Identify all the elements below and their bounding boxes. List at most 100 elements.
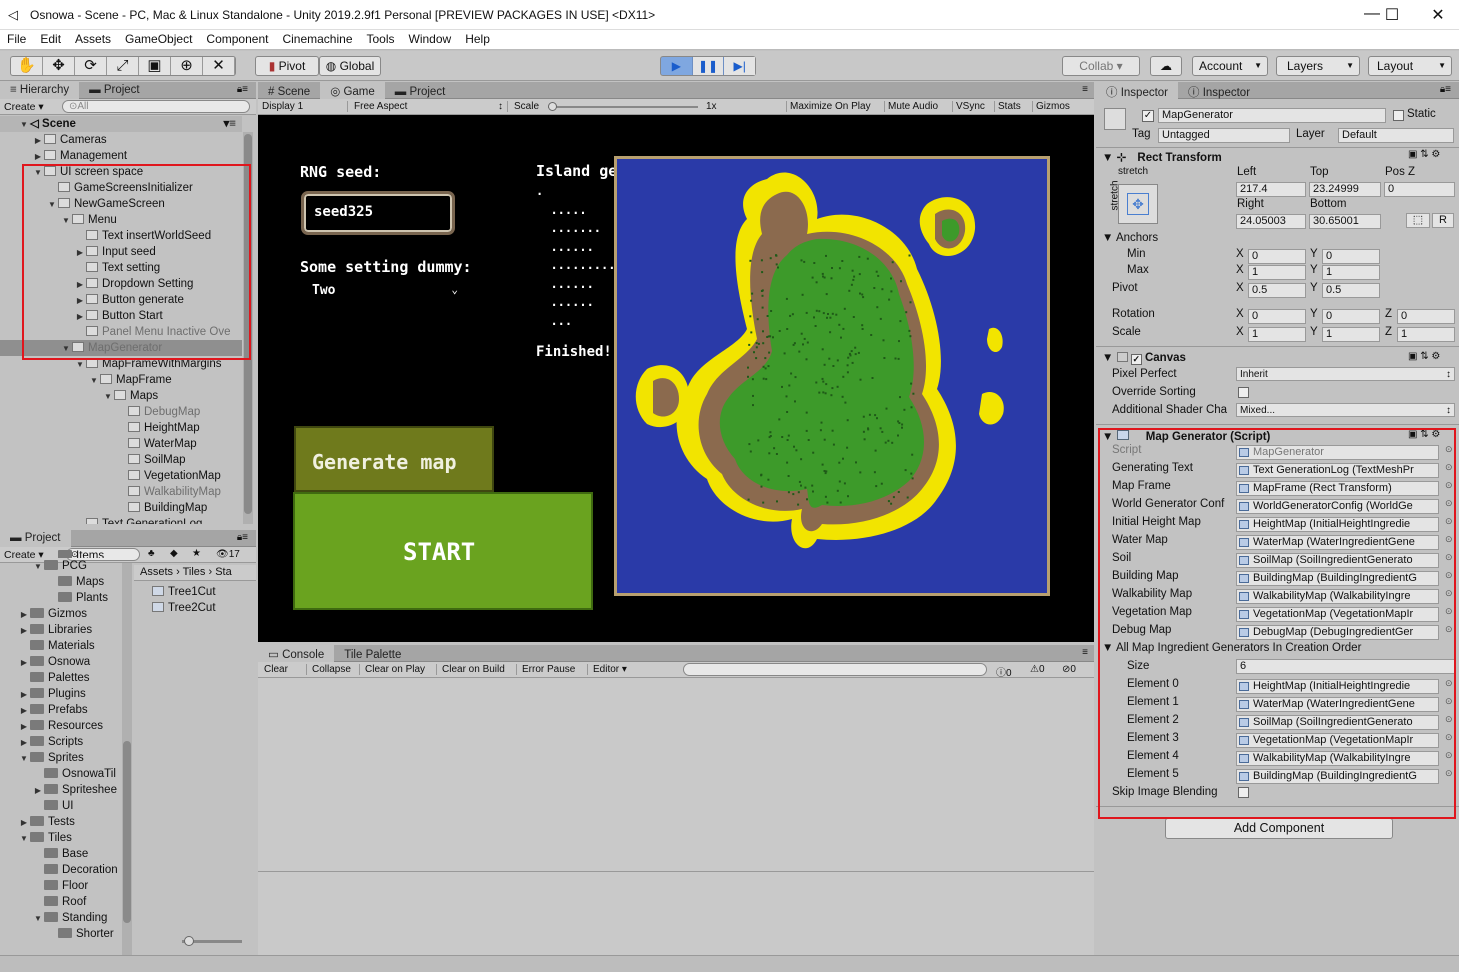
hierarchy-item[interactable]: ▶ Management [0,148,242,164]
menu-help[interactable]: Help [458,30,497,46]
folder-item[interactable]: Materials [0,638,122,654]
zoom-slider[interactable] [182,936,242,946]
rect-transform-header[interactable]: ▼ ⊹ Rect Transform [1102,150,1222,164]
folder-item[interactable]: ▼ Sprites [0,750,122,766]
hierarchy-item[interactable]: ▼ Maps [0,388,242,404]
scene-root[interactable]: ▼ ◁ Scene ▾≡ [0,116,242,132]
folder-item[interactable]: ▶ Plugins [0,686,122,702]
tab-inspector-2[interactable]: ⓘ Inspector [1178,82,1260,99]
vector-field-max-y[interactable]: 1 [1322,265,1380,280]
filter-type-icon[interactable]: ♣ [148,548,155,559]
foldout-arrow-icon[interactable]: ▼ [18,831,30,847]
favorite-star-icon[interactable]: ★ [192,548,201,559]
menu-edit[interactable]: Edit [33,30,68,46]
folder-item[interactable]: ▶ Spriteshee [0,782,122,798]
hierarchy-item[interactable]: SoilMap [0,452,242,468]
vector-field-rot-y[interactable]: 0 [1322,309,1380,324]
custom-tool-icon[interactable]: ✕ [203,57,235,75]
tab-project-bottom[interactable]: ▬ Project [0,530,71,547]
tab-hierarchy[interactable]: ≡ Hierarchy [0,82,80,99]
setting-dropdown[interactable]: Two ⌄ [312,283,458,301]
scale-slider[interactable] [548,102,698,111]
foldout-arrow-icon[interactable]: ▶ [18,719,30,735]
folder-item[interactable]: ▼ PCG [0,558,122,574]
active-checkbox[interactable]: ✓ [1142,110,1154,122]
vector-field-pivot-x[interactable]: 0.5 [1248,283,1306,298]
panel-menu-icon[interactable]: ≡ [1082,84,1088,95]
step-button[interactable]: ▶| [724,57,756,75]
global-toggle[interactable]: ◍ Global [319,56,381,76]
mute-audio-toggle[interactable]: Mute Audio [884,101,941,112]
foldout-arrow-icon[interactable]: ▼ [102,389,114,405]
project-scrollbar[interactable] [122,563,132,955]
layout-dropdown[interactable]: Layout ▼ [1368,56,1452,76]
raw-edit-button[interactable]: R [1432,213,1454,228]
move-tool-icon[interactable]: ✥ [43,57,75,75]
folder-item[interactable]: ▼ Tiles [0,830,122,846]
create-dropdown[interactable]: Create ▾ [4,101,44,113]
scale-tool-icon[interactable]: ⤢ [107,57,139,75]
folder-item[interactable]: ▶ Osnowa [0,654,122,670]
layer-dropdown[interactable]: Default [1338,128,1454,143]
menu-component[interactable]: Component [199,30,275,46]
clear-on-build-button[interactable]: Clear on Build [436,664,505,675]
start-button[interactable]: START [293,492,593,610]
bottom-field[interactable]: 30.65001 [1309,214,1381,229]
panel-menu-icon[interactable]: ≡ [1082,647,1088,658]
folder-item[interactable]: OsnowaTil [0,766,122,782]
maximize-on-play-toggle[interactable]: Maximize On Play [786,101,874,112]
folder-item[interactable]: Shorter [0,926,122,942]
folder-item[interactable]: ▶ Gizmos [0,606,122,622]
hierarchy-search-input[interactable]: ⊙All [62,100,250,113]
display-dropdown[interactable]: Display 1 [262,101,348,112]
right-field[interactable]: 24.05003 [1236,214,1306,229]
left-field[interactable]: 217.4 [1236,182,1306,197]
hierarchy-item[interactable]: WalkabilityMap [0,484,242,500]
anchors-foldout[interactable]: ▼ Anchors [1102,232,1158,244]
vector-field-scale-z[interactable]: 1 [1397,327,1455,342]
foldout-arrow-icon[interactable]: ▶ [18,815,30,831]
filter-label-icon[interactable]: ◆ [170,548,178,559]
foldout-arrow-icon[interactable]: ▼ [32,559,44,575]
maximize-button[interactable]: ☐ [1372,5,1412,25]
hierarchy-item[interactable]: WaterMap [0,436,242,452]
foldout-arrow-icon[interactable]: ▶ [32,149,44,165]
breadcrumb-standing[interactable]: Sta [215,566,232,578]
hierarchy-item[interactable]: ▶ Cameras [0,132,242,148]
folder-item[interactable]: UI [0,798,122,814]
pixel-perfect-dropdown[interactable]: Inherit ↕ [1236,367,1455,381]
foldout-arrow-icon[interactable]: ▶ [18,703,30,719]
foldout-arrow-icon[interactable]: ▶ [18,735,30,751]
menu-window[interactable]: Window [402,30,459,46]
menu-assets[interactable]: Assets [68,30,118,46]
blueprint-mode-button[interactable]: ⬚ [1406,213,1430,228]
pivot-toggle[interactable]: ▮ Pivot [255,56,319,76]
foldout-arrow-icon[interactable]: ▶ [32,783,44,799]
folder-item[interactable]: Decoration [0,862,122,878]
layers-dropdown[interactable]: Layers ▼ [1276,56,1360,76]
anchor-presets-button[interactable]: ✥ [1118,184,1158,224]
lock-icon[interactable]: 🔒︎≡ [1440,84,1451,95]
folder-item[interactable]: Roof [0,894,122,910]
warning-count[interactable]: ⚠0 [1030,664,1045,675]
error-count[interactable]: ⊘0 [1062,664,1076,675]
folder-item[interactable]: Floor [0,878,122,894]
folder-item[interactable]: ▶ Scripts [0,734,122,750]
foldout-arrow-icon[interactable]: ▶ [32,133,44,149]
foldout-arrow-icon[interactable]: ▶ [18,687,30,703]
tab-game[interactable]: ◎ Game [320,82,385,99]
collapse-button[interactable]: Collapse [306,664,351,675]
vsync-toggle[interactable]: VSync [952,101,988,112]
folder-item[interactable]: Plants [0,590,122,606]
play-button[interactable]: ▶ [661,57,693,75]
foldout-arrow-icon[interactable]: ▶ [18,607,30,623]
gizmos-dropdown[interactable]: Gizmos [1032,101,1073,112]
override-sorting-checkbox[interactable] [1238,387,1249,398]
vector-field-scale-x[interactable]: 1 [1248,327,1306,342]
menu-file[interactable]: File [0,30,33,46]
folder-item[interactable]: ▶ Prefabs [0,702,122,718]
breadcrumb-assets[interactable]: Assets [140,566,173,578]
console-search-input[interactable] [683,663,987,676]
breadcrumb-tiles[interactable]: Tiles [183,566,206,578]
vector-field-pivot-y[interactable]: 0.5 [1322,283,1380,298]
